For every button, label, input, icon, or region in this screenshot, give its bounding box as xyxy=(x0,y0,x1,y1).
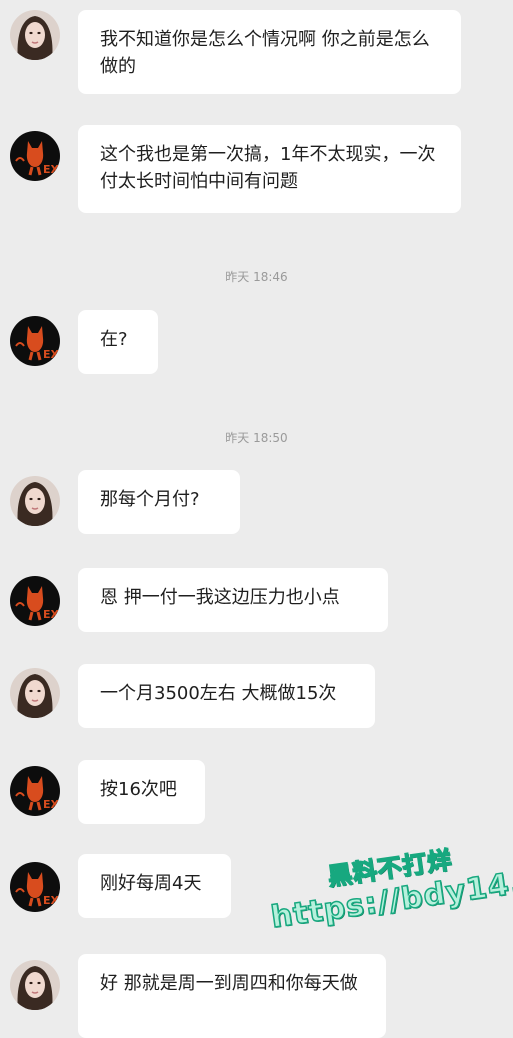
message-bubble[interactable]: 刚好每周4天 xyxy=(78,854,231,918)
svg-text:EX: EX xyxy=(43,608,60,621)
message-bubble[interactable]: 那每个月付? xyxy=(78,470,240,534)
message-bubble[interactable]: 恩 押一付一我这边压力也小点 xyxy=(78,568,388,632)
cat-avatar[interactable]: EX xyxy=(10,316,60,366)
timestamp: 昨天 18:46 xyxy=(225,270,288,284)
cat-avatar[interactable]: EX xyxy=(10,766,60,816)
woman-portrait-icon xyxy=(10,10,60,60)
cat-avatar[interactable]: EX xyxy=(10,131,60,181)
woman-portrait-icon xyxy=(10,476,60,526)
woman-avatar[interactable] xyxy=(10,476,60,526)
cat-logo-icon: EX xyxy=(10,766,60,816)
message-bubble[interactable]: 好 那就是周一到周四和你每天做 xyxy=(78,954,386,1038)
svg-text:EX: EX xyxy=(43,798,60,811)
woman-avatar[interactable] xyxy=(10,668,60,718)
cat-logo-icon: EX xyxy=(10,316,60,366)
woman-portrait-icon xyxy=(10,960,60,1010)
message-bubble[interactable]: 我不知道你是怎么个情况啊 你之前是怎么做的 xyxy=(78,10,461,94)
svg-text:EX: EX xyxy=(43,348,60,361)
woman-avatar[interactable] xyxy=(10,10,60,60)
cat-logo-icon: EX xyxy=(10,131,60,181)
woman-portrait-icon xyxy=(10,668,60,718)
message-bubble[interactable]: 在? xyxy=(78,310,158,374)
message-bubble[interactable]: 按16次吧 xyxy=(78,760,205,824)
cat-logo-icon: EX xyxy=(10,862,60,912)
svg-text:EX: EX xyxy=(43,163,60,176)
svg-text:EX: EX xyxy=(43,894,60,907)
cat-avatar[interactable]: EX xyxy=(10,862,60,912)
message-bubble[interactable]: 一个月3500左右 大概做15次 xyxy=(78,664,375,728)
cat-logo-icon: EX xyxy=(10,576,60,626)
woman-avatar[interactable] xyxy=(10,960,60,1010)
message-bubble[interactable]: 这个我也是第一次搞，1年不太现实，一次付太长时间怕中间有问题 xyxy=(78,125,461,213)
cat-avatar[interactable]: EX xyxy=(10,576,60,626)
timestamp: 昨天 18:50 xyxy=(225,431,288,445)
